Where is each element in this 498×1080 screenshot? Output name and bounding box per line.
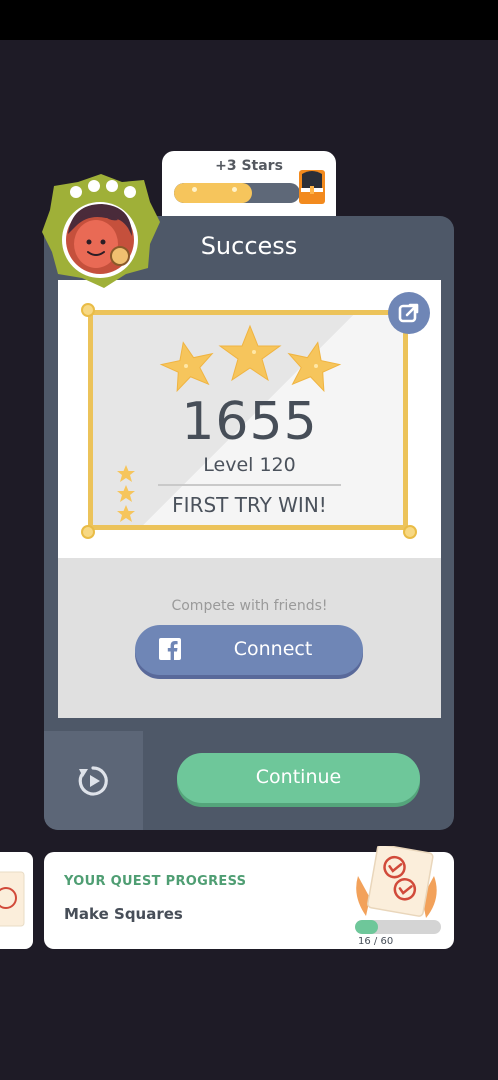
quest-header: YOUR QUEST PROGRESS <box>64 874 247 889</box>
status-bar <box>0 0 498 40</box>
success-dialog: Success 1655 Level 120 FIRST TRY WIN! Co… <box>44 216 454 830</box>
replay-icon <box>78 766 108 796</box>
score-value: 1655 <box>181 392 318 452</box>
quest-name: Make Squares <box>64 905 183 923</box>
stars-progress-tab: +3 Stars <box>162 151 336 221</box>
quest-stamp-icon <box>356 846 437 918</box>
progress-sparkle <box>232 187 237 192</box>
score-panel: 1655 Level 120 FIRST TRY WIN! <box>58 280 441 558</box>
stars-earned-icon <box>159 324 342 393</box>
quest-progress-bar <box>355 920 441 934</box>
share-icon <box>398 303 419 323</box>
progress-sparkle <box>192 187 197 192</box>
frame-corner <box>81 525 95 539</box>
stars-progress-fill <box>174 183 253 203</box>
previous-quest-card[interactable] <box>0 852 33 949</box>
quest-progress-fill <box>355 920 378 934</box>
continue-label: Continue <box>255 766 342 788</box>
continue-button[interactable]: Continue <box>177 753 420 803</box>
stars-progress-bar <box>174 183 300 203</box>
facebook-connect-button[interactable]: Connect <box>135 625 363 675</box>
connect-label: Connect <box>233 638 313 660</box>
chest-icon <box>299 170 325 204</box>
quest-progress-card[interactable]: YOUR QUEST PROGRESS Make Squares 16 / 60 <box>44 846 454 949</box>
replay-button[interactable] <box>44 731 143 830</box>
quest-progress-count: 16 / 60 <box>358 936 394 947</box>
frame-corner <box>403 525 417 539</box>
avatar-icon[interactable] <box>40 170 162 296</box>
compete-text: Compete with friends! <box>171 598 328 614</box>
facebook-icon <box>159 638 181 660</box>
frame-corner <box>81 303 95 317</box>
share-button[interactable] <box>388 292 430 334</box>
quest-stamp-icon <box>0 871 25 927</box>
stars-ribbon-icon <box>117 465 135 522</box>
dialog-body: 1655 Level 120 FIRST TRY WIN! Compete wi… <box>58 280 441 718</box>
divider <box>158 484 341 486</box>
